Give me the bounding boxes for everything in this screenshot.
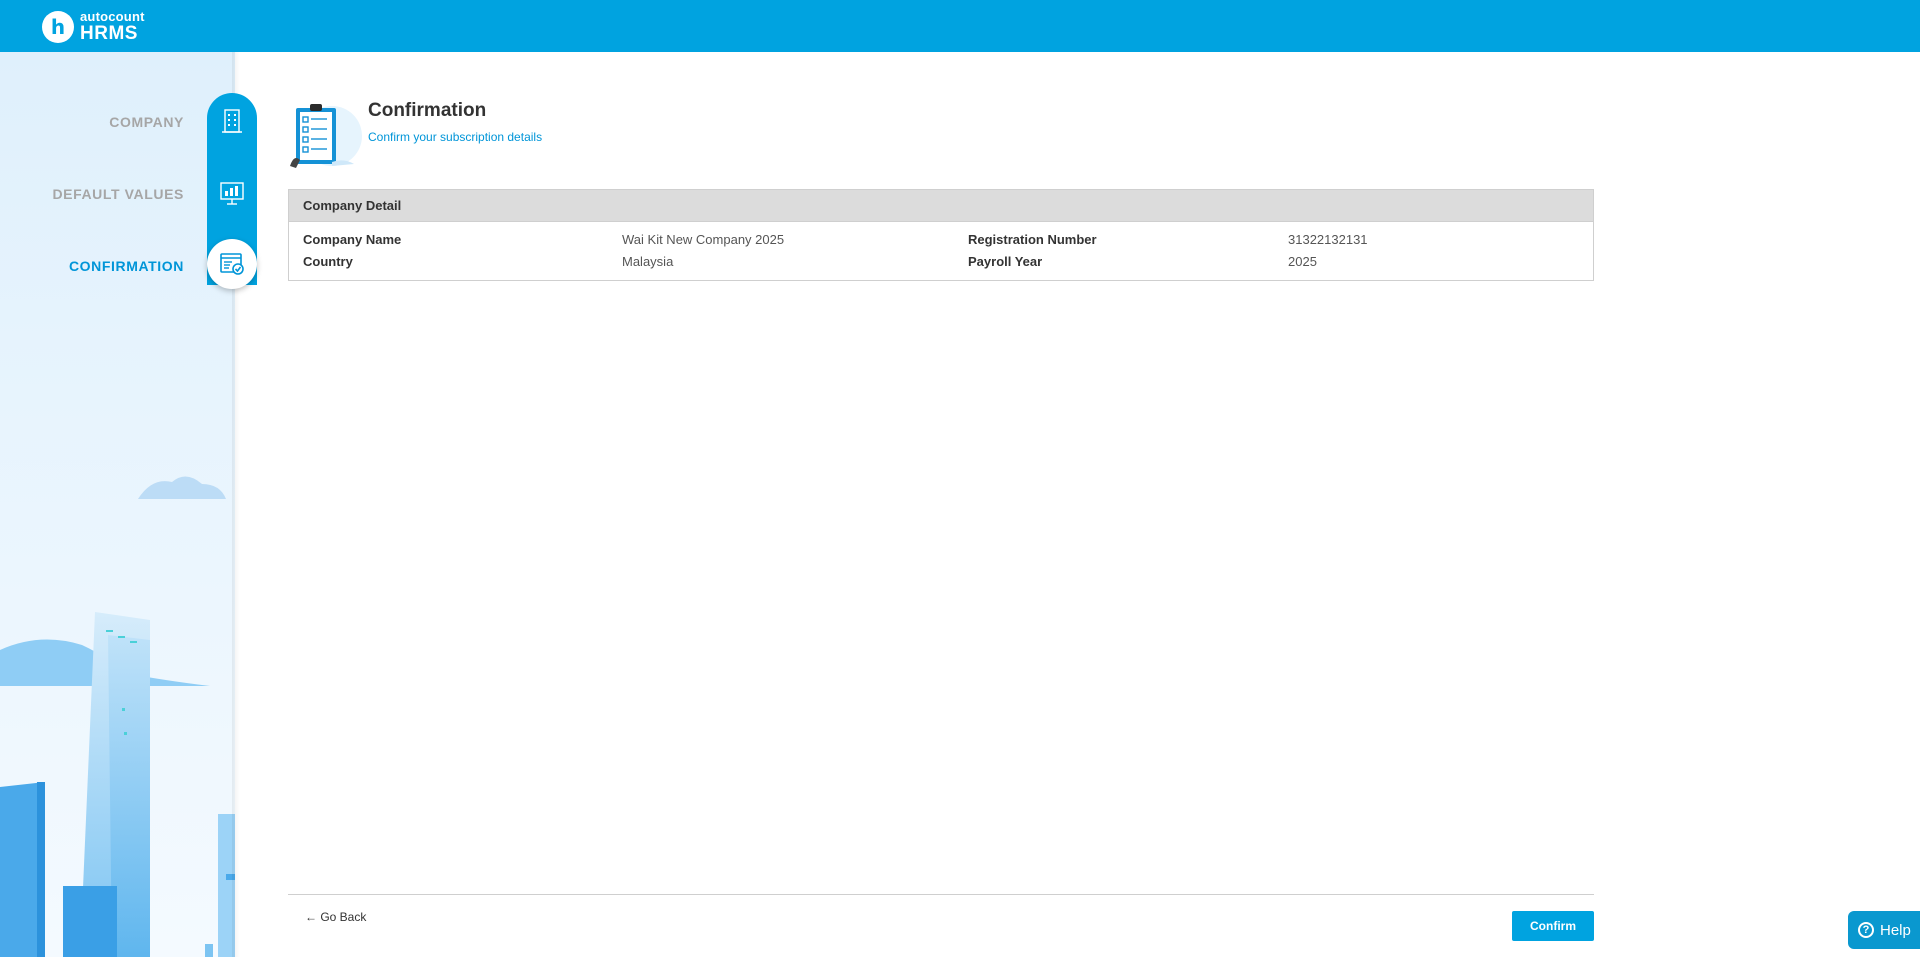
help-button[interactable]: ? Help (1848, 911, 1920, 949)
step-label-company[interactable]: COMPANY (109, 114, 184, 130)
registration-number-value: 31322132131 (1288, 232, 1368, 247)
logo-brand-text: autocount (80, 9, 145, 24)
logo-product-text: HRMS (80, 23, 138, 44)
app-logo[interactable]: h autocount HRMS (42, 10, 145, 43)
building-icon[interactable] (207, 96, 257, 146)
detail-row: Country Malaysia Payroll Year 2025 (289, 251, 1593, 273)
company-detail-panel: Company Detail Company Name Wai Kit New … (288, 189, 1594, 281)
country-value: Malaysia (622, 254, 674, 269)
step-label-confirmation[interactable]: CONFIRMATION (69, 258, 184, 274)
confirm-button[interactable]: Confirm (1512, 911, 1594, 941)
top-bar: h autocount HRMS (0, 0, 1920, 52)
payroll-year-value: 2025 (1288, 254, 1317, 269)
detail-row: Company Name Wai Kit New Company 2025 Re… (289, 229, 1593, 251)
footer-divider (288, 894, 1594, 895)
clipboard-checklist-icon (288, 100, 362, 177)
company-detail-heading: Company Detail (289, 190, 1593, 222)
step-label-default-values[interactable]: DEFAULT VALUES (52, 186, 184, 202)
logo-badge: h (42, 10, 74, 43)
page-subtitle: Confirm your subscription details (368, 130, 543, 144)
go-back-link[interactable]: ← Go Back (305, 910, 366, 924)
page-title: Confirmation (368, 100, 487, 121)
registration-number-label: Registration Number (968, 232, 1097, 247)
confirmation-form-icon[interactable] (207, 239, 257, 289)
company-name-value: Wai Kit New Company 2025 (622, 232, 785, 247)
question-icon: ? (1858, 922, 1874, 938)
country-label: Country (303, 254, 353, 269)
payroll-year-label: Payroll Year (968, 254, 1043, 269)
company-name-label: Company Name (303, 232, 402, 247)
help-label: Help (1880, 921, 1911, 939)
chart-board-icon[interactable] (207, 168, 257, 218)
